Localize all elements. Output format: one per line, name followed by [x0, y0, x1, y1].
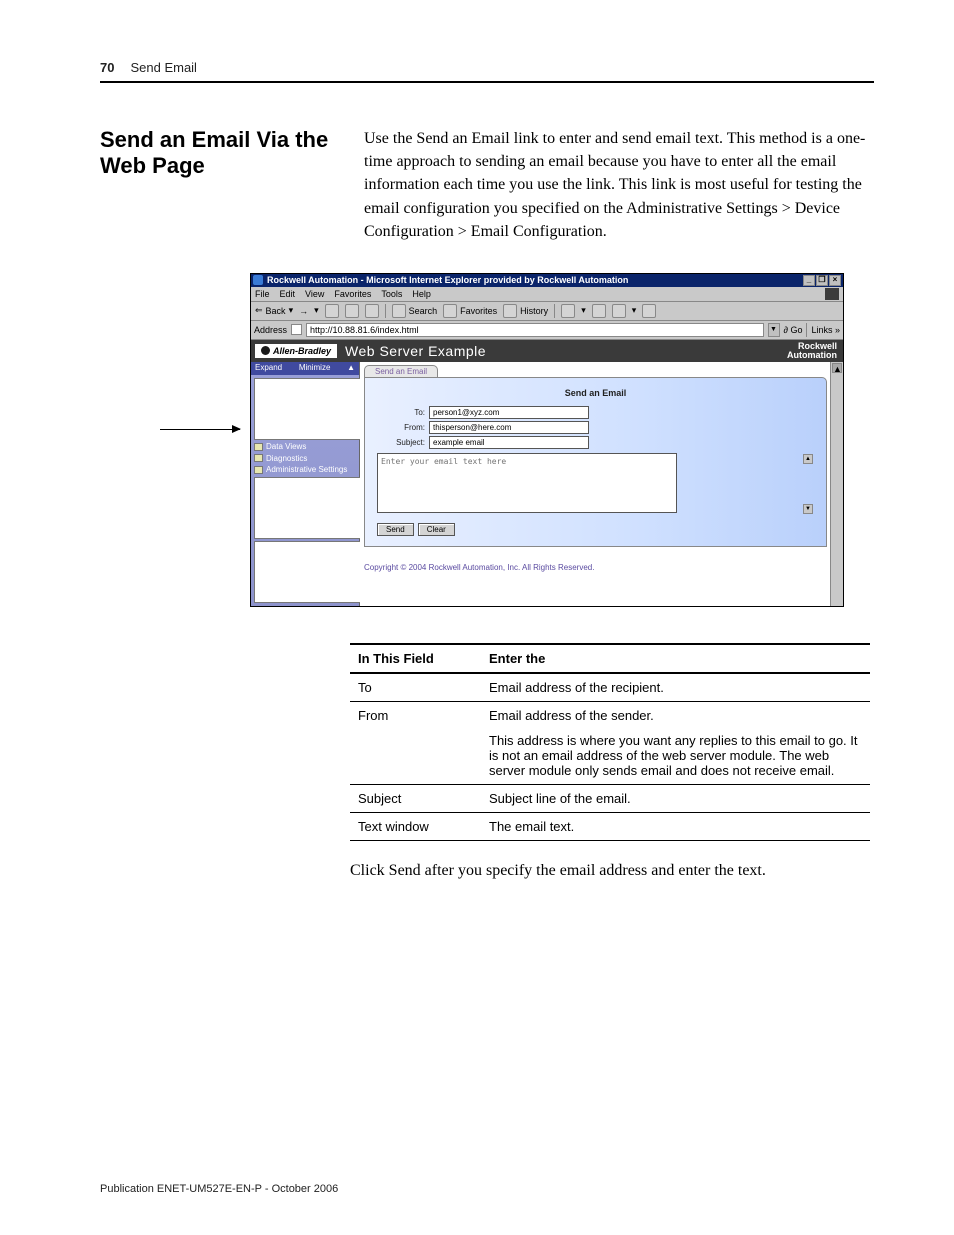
stop-icon[interactable]: [325, 304, 339, 318]
sidebar: Expand Minimize ▲ Home Data Views Diagno…: [251, 362, 360, 606]
links-label[interactable]: Links »: [811, 325, 840, 335]
search-icon: [392, 304, 406, 318]
ab-logo-icon: [261, 346, 270, 355]
nav-diagnostics[interactable]: Diagnostics: [254, 453, 356, 465]
menu-help[interactable]: Help: [412, 289, 431, 299]
table-row: Subject Subject line of the email.: [350, 784, 870, 812]
scroll-up-icon[interactable]: ▲: [832, 363, 842, 373]
brand-row: Allen-Bradley Web Server Example Rockwel…: [251, 340, 843, 362]
brand-logo-icon: [825, 288, 839, 300]
from-input[interactable]: [429, 421, 589, 434]
word-icon[interactable]: [612, 304, 626, 318]
section-body: Use the Send an Email link to enter and …: [364, 127, 874, 243]
nav-home[interactable]: Home: [254, 377, 356, 441]
send-email-panel: Send an Email To: From: Subject:: [364, 377, 827, 547]
rockwell-logo: Rockwell Automation: [787, 342, 843, 359]
col-field: In This Field: [350, 644, 481, 673]
browser-window: Rockwell Automation - Microsoft Internet…: [250, 273, 844, 607]
arrow-annotation: [160, 429, 240, 430]
refresh-icon[interactable]: [345, 304, 359, 318]
subject-input[interactable]: [429, 436, 589, 449]
email-body-input[interactable]: [377, 453, 677, 513]
panel-heading: Send an Email: [377, 388, 814, 398]
menu-edit[interactable]: Edit: [280, 289, 296, 299]
forward-button[interactable]: →: [299, 306, 308, 316]
table-row: Text window The email text.: [350, 812, 870, 840]
send-button[interactable]: Send: [377, 523, 414, 536]
back-button[interactable]: ⇐ Back ▾: [255, 305, 293, 316]
cell-desc: Subject line of the email.: [481, 784, 870, 812]
history-button[interactable]: History: [503, 304, 548, 318]
folder-icon: [254, 454, 263, 462]
clear-button[interactable]: Clear: [418, 523, 455, 536]
allen-bradley-badge: Allen-Bradley: [255, 344, 337, 358]
to-input[interactable]: [429, 406, 589, 419]
ie-icon: [253, 275, 263, 285]
scrollbar[interactable]: ▲: [830, 362, 843, 606]
table-row: To Email address of the recipient.: [350, 673, 870, 702]
address-bar: Address ▼ ∂ Go Links »: [251, 321, 843, 340]
cell-desc: The email text.: [481, 812, 870, 840]
cell-field: To: [350, 673, 481, 702]
address-input[interactable]: [306, 323, 763, 337]
menu-file[interactable]: File: [255, 289, 270, 299]
home-icon[interactable]: [365, 304, 379, 318]
toolbar: ⇐ Back ▾ → ▾ Search Favorites History ▾ …: [251, 302, 843, 321]
page-icon: [291, 324, 302, 335]
header-rule: [100, 81, 874, 83]
cell-field: Subject: [350, 784, 481, 812]
minimize-button[interactable]: _: [803, 275, 815, 286]
cell-desc: Email address of the sender. This addres…: [481, 701, 870, 784]
nav-browse-chassis[interactable]: Browse Chassis: [254, 476, 356, 540]
address-dropdown[interactable]: ▼: [768, 323, 780, 337]
mail-icon[interactable]: [561, 304, 575, 318]
nav-expand[interactable]: Expand: [255, 363, 282, 374]
nav-minimize[interactable]: Minimize: [299, 363, 331, 374]
close-button[interactable]: ×: [829, 275, 841, 286]
print-icon[interactable]: [592, 304, 606, 318]
page-number: 70: [100, 60, 114, 75]
nav-scroll-up[interactable]: ▲: [347, 363, 355, 374]
menu-favorites[interactable]: Favorites: [334, 289, 371, 299]
history-icon: [503, 304, 517, 318]
page-title: Web Server Example: [345, 343, 787, 359]
textarea-scroll-up-icon[interactable]: ▲: [803, 454, 813, 464]
table-header-row: In This Field Enter the: [350, 644, 870, 673]
menu-bar: File Edit View Favorites Tools Help: [251, 287, 843, 302]
publication-footer: Publication ENET-UM527E-EN-P - October 2…: [100, 1183, 338, 1195]
fields-table: In This Field Enter the To Email address…: [350, 643, 870, 841]
page-header: 70 Send Email: [100, 60, 874, 81]
search-button[interactable]: Search: [392, 304, 438, 318]
favorites-icon: [443, 304, 457, 318]
col-enter: Enter the: [481, 644, 870, 673]
favorites-button[interactable]: Favorites: [443, 304, 497, 318]
discuss-icon[interactable]: [642, 304, 656, 318]
table-row: From Email address of the sender. This a…: [350, 701, 870, 784]
subject-label: Subject:: [377, 438, 425, 447]
nav-data-views[interactable]: Data Views: [254, 441, 356, 453]
cell-field: Text window: [350, 812, 481, 840]
tab-send-email[interactable]: Send an Email: [364, 365, 438, 377]
go-button[interactable]: ∂ Go: [784, 325, 803, 335]
after-paragraph: Click Send after you specify the email a…: [350, 859, 870, 882]
address-label: Address: [254, 325, 287, 335]
nav-send-email[interactable]: Send an Email: [254, 540, 356, 604]
window-title: Rockwell Automation - Microsoft Internet…: [267, 275, 628, 285]
menu-tools[interactable]: Tools: [381, 289, 402, 299]
cell-field: From: [350, 701, 481, 784]
textarea-scroll-down-icon[interactable]: ▼: [803, 504, 813, 514]
window-titlebar: Rockwell Automation - Microsoft Internet…: [251, 274, 843, 287]
cell-desc: Email address of the recipient.: [481, 673, 870, 702]
nav-admin-settings[interactable]: Administrative Settings: [254, 464, 356, 476]
menu-view[interactable]: View: [305, 289, 324, 299]
section-title: Send Email: [130, 60, 196, 75]
folder-icon: [254, 443, 263, 451]
folder-icon: [254, 466, 263, 474]
maximize-button[interactable]: ❐: [816, 275, 828, 286]
from-label: From:: [377, 423, 425, 432]
main-pane: ▲ Send an Email Send an Email To: From:: [360, 362, 843, 606]
copyright-text: Copyright © 2004 Rockwell Automation, In…: [364, 563, 839, 572]
section-heading: Send an Email Via the Web Page: [100, 127, 340, 243]
to-label: To:: [377, 408, 425, 417]
